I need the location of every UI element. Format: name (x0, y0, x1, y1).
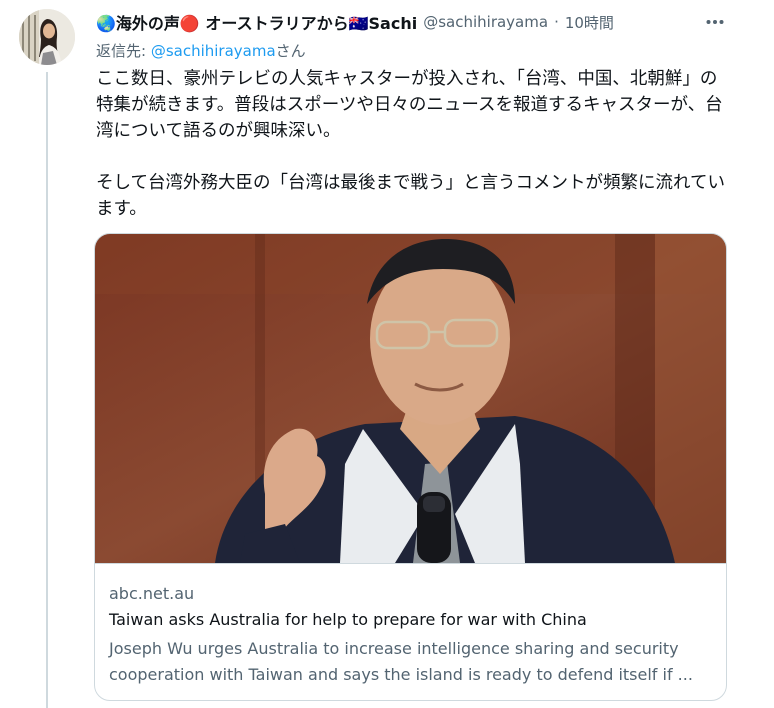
tweet-paragraph-2: そして台湾外務大臣の「台湾は最後まで戦う」と言うコメントが頻繁に流れています。 (96, 173, 725, 219)
tweet-timestamp[interactable]: 10時間 (565, 12, 614, 33)
reply-to-handle-link[interactable]: @sachihirayama (151, 42, 276, 60)
thread-connector-line (46, 72, 48, 708)
reply-to-suffix: さん (275, 42, 306, 60)
card-description: Joseph Wu urges Australia to increase in… (109, 639, 693, 684)
more-dots-icon (706, 20, 724, 24)
card-title: Taiwan asks Australia for help to prepar… (109, 610, 587, 629)
avatar[interactable] (19, 9, 75, 65)
reply-to-prefix: 返信先: (96, 42, 151, 60)
card-image[interactable] (95, 234, 726, 563)
card-photo (95, 234, 726, 563)
card-body[interactable]: abc.net.au Taiwan asks Australia for hel… (95, 563, 726, 700)
author-handle[interactable]: @sachihirayama (423, 13, 548, 31)
card-domain: abc.net.au (109, 584, 195, 603)
tweet-header: 🌏海外の声🔴 オーストラリアから🇦🇺Sachi @sachihirayama ·… (96, 10, 726, 34)
avatar-photo (19, 9, 75, 65)
tweet-text: ここ数日、豪州テレビの人気キャスターが投入され、「台湾、中国、北朝鮮」の特集が続… (96, 66, 731, 248)
tweet-paragraph-1: ここ数日、豪州テレビの人気キャスターが投入され、「台湾、中国、北朝鮮」の特集が続… (96, 69, 723, 141)
link-preview-card[interactable]: abc.net.au Taiwan asks Australia for hel… (94, 233, 727, 701)
meta-separator: · (554, 13, 559, 31)
author-display-name[interactable]: 🌏海外の声🔴 オーストラリアから🇦🇺Sachi (96, 10, 417, 34)
reply-to-line: 返信先: @sachihirayamaさん (96, 40, 306, 61)
more-options-button[interactable] (702, 10, 728, 34)
